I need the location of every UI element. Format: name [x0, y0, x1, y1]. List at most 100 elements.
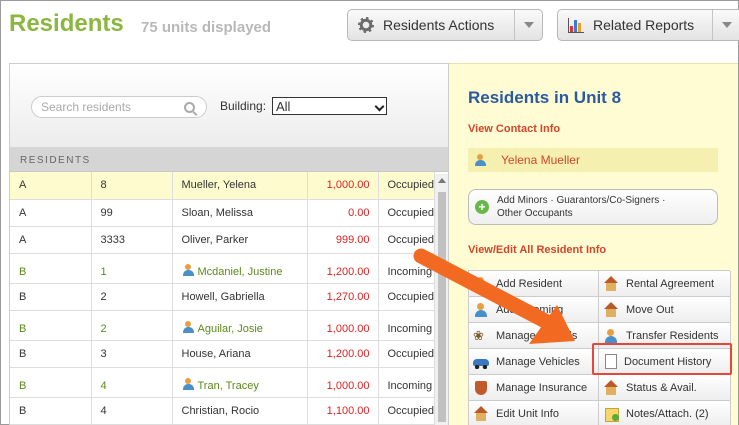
status-cell: Occupied: [378, 397, 435, 425]
chevron-down-icon: [523, 22, 534, 28]
building-cell: B: [10, 283, 92, 311]
chevron-down-icon: [721, 22, 732, 28]
scroll-up-arrow-icon[interactable]: [438, 178, 446, 183]
name-cell[interactable]: Mcdaniel, Justine: [172, 253, 308, 284]
contact-row[interactable]: Yelena Mueller: [468, 148, 718, 172]
resident-name[interactable]: Mcdaniel, Justine: [198, 266, 283, 278]
resident-name[interactable]: Sloan, Melissa: [182, 207, 254, 219]
action-label: Edit Unit Info: [496, 407, 559, 420]
related-reports-label-wrap[interactable]: Related Reports: [558, 10, 714, 40]
unit-cell: 3333: [91, 226, 173, 254]
residents-actions-label-wrap[interactable]: Residents Actions: [348, 10, 516, 40]
search-box[interactable]: [31, 96, 207, 118]
resident-name[interactable]: Howell, Gabriella: [182, 291, 265, 303]
house-icon: [603, 301, 619, 318]
table-row[interactable]: A 8 Mueller, Yelena 1,000.00 Occupied: [10, 172, 435, 200]
table-row[interactable]: B 2 Aguilar, Josie 1,000.00 Incoming: [10, 310, 435, 341]
gear-icon: [358, 17, 374, 33]
building-cell: B: [10, 310, 92, 341]
scrollbar-thumb[interactable]: [438, 192, 446, 422]
related-reports-button[interactable]: Related Reports: [557, 9, 739, 41]
action-notes-attach-2[interactable]: Notes/Attach. (2): [599, 401, 731, 425]
view-edit-all-link[interactable]: View/Edit All Resident Info: [468, 244, 606, 256]
building-cell: B: [10, 340, 92, 368]
table-row[interactable]: A 3333 Oliver, Parker 999.00 Occupied: [10, 226, 435, 254]
resident-name[interactable]: House, Ariana: [182, 348, 251, 360]
action-add-resident[interactable]: Add Resident: [469, 271, 599, 297]
name-cell[interactable]: Howell, Gabriella: [172, 283, 308, 311]
action-move-out[interactable]: Move Out: [599, 297, 731, 323]
unit-cell: 3: [91, 340, 173, 368]
action-label: Manage Animals: [496, 329, 578, 342]
resident-name[interactable]: Aguilar, Josie: [198, 323, 263, 335]
status-cell: Incoming: [378, 367, 435, 398]
table-row[interactable]: B 4 Tran, Tracey 1,000.00 Incoming: [10, 367, 435, 398]
action-label: Rental Agreement: [626, 277, 715, 290]
related-reports-label: Related Reports: [593, 17, 695, 33]
name-cell[interactable]: Aguilar, Josie: [172, 310, 308, 341]
table-scrollbar[interactable]: [434, 174, 448, 425]
person-icon: [603, 328, 619, 344]
status-cell: Occupied: [378, 226, 435, 254]
resident-name[interactable]: Christian, Rocio: [182, 405, 260, 417]
building-cell: A: [10, 226, 92, 254]
action-manage-insurance[interactable]: Manage Insurance: [469, 375, 599, 401]
amount-cell: 999.00: [307, 226, 379, 254]
amount-cell: 1,000.00: [307, 172, 379, 200]
table-row[interactable]: B 4 Christian, Rocio 1,100.00 Occupied: [10, 397, 435, 425]
action-label: Manage Insurance: [496, 381, 588, 394]
action-manage-vehicles[interactable]: Manage Vehicles: [469, 349, 599, 375]
amount-cell: 0.00: [307, 199, 379, 227]
table-row[interactable]: B 1 Mcdaniel, Justine 1,200.00 Incoming: [10, 253, 435, 284]
search-icon[interactable]: [184, 101, 195, 113]
action-rental-agreement[interactable]: Rental Agreement: [599, 271, 731, 297]
add-minors-line-2: Other Occupants: [497, 208, 573, 219]
residents-list-panel: Building: All RESIDENTS A8Mueller, Yelen…: [9, 63, 449, 425]
person-icon: [473, 302, 489, 318]
resident-name[interactable]: Tran, Tracey: [198, 380, 259, 392]
status-cell: Occupied: [378, 172, 435, 200]
chevron-down-icon: [374, 101, 385, 112]
view-contact-link[interactable]: View Contact Info: [468, 123, 560, 135]
building-cell: B: [10, 253, 92, 284]
name-cell[interactable]: House, Ariana: [172, 340, 308, 368]
action-status-avail[interactable]: Status & Avail.: [599, 375, 731, 401]
table-row[interactable]: B 2 Howell, Gabriella 1,270.00 Occupied: [10, 283, 435, 311]
residents-section-header: RESIDENTS: [10, 148, 448, 172]
shield-icon: [473, 380, 489, 396]
building-select[interactable]: All: [272, 97, 387, 115]
name-cell[interactable]: Mueller, Yelena: [172, 172, 308, 200]
table-row[interactable]: B 3 House, Ariana 1,200.00 Occupied: [10, 340, 435, 368]
highlight-box: [592, 343, 732, 375]
resident-name[interactable]: Oliver, Parker: [182, 234, 249, 246]
action-label: Notes/Attach. (2): [626, 407, 709, 420]
add-minors-button[interactable]: + Add Minors · Guarantors/Co-Signers · O…: [468, 189, 718, 225]
house-icon: [603, 379, 619, 396]
residents-actions-button[interactable]: Residents Actions: [347, 9, 543, 41]
amount-cell: 1,000.00: [307, 367, 379, 398]
unit-cell: 4: [91, 367, 173, 398]
action-manage-animals[interactable]: ❀ Manage Animals: [469, 323, 599, 349]
page-title: Residents: [9, 10, 124, 37]
status-cell: Incoming: [378, 310, 435, 341]
name-cell[interactable]: Oliver, Parker: [172, 226, 308, 254]
resident-name[interactable]: Mueller, Yelena: [182, 179, 257, 191]
residents-actions-dropdown[interactable]: [515, 10, 542, 40]
action-edit-unit-info[interactable]: Edit Unit Info: [469, 401, 599, 425]
table-row[interactable]: A 99 Sloan, Melissa 0.00 Occupied: [10, 199, 435, 227]
amount-cell: 1,270.00: [307, 283, 379, 311]
status-cell: Occupied: [378, 283, 435, 311]
building-cell: A: [10, 199, 92, 227]
unit-title: Residents in Unit 8: [468, 88, 622, 107]
search-input[interactable]: [32, 100, 182, 114]
action-add-incoming[interactable]: Add Incoming: [469, 297, 599, 323]
residents-table: A 8 Mueller, Yelena 1,000.00 Occupied A 99 Sloa…: [10, 172, 435, 425]
name-cell[interactable]: Christian, Rocio: [172, 397, 308, 425]
plus-icon: +: [475, 200, 489, 214]
name-cell[interactable]: Tran, Tracey: [172, 367, 308, 398]
building-label: Building:: [220, 99, 267, 113]
person-icon: [473, 276, 489, 292]
name-cell[interactable]: Sloan, Melissa: [172, 199, 308, 227]
related-reports-dropdown[interactable]: [713, 10, 739, 40]
contact-name[interactable]: Yelena Mueller: [501, 153, 580, 167]
